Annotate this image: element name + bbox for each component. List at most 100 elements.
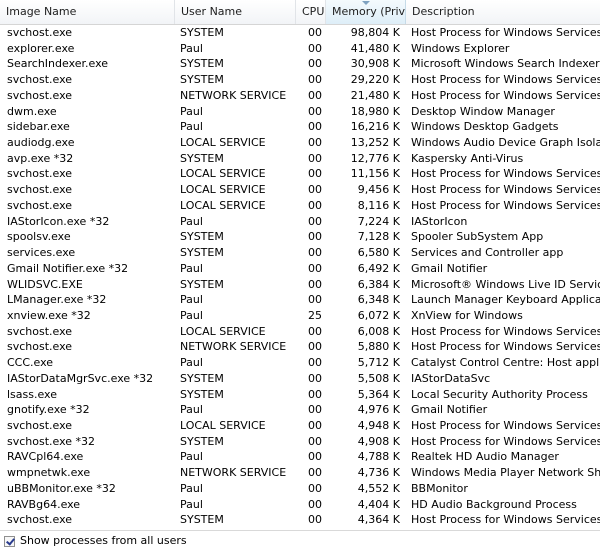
process-user-name: SYSTEM	[180, 277, 224, 291]
process-user-name: NETWORK SERVICE	[180, 340, 287, 354]
process-row[interactable]: svchost.exe SYSTEM 00 4,364 K Host Process f…	[0, 512, 600, 528]
process-row[interactable]: gnotify.exe *32 Paul 00 4,976 K Gmail Notifi…	[0, 402, 600, 418]
process-description: Host Process for Windows Services	[411, 340, 600, 354]
process-memory: 21,480 K	[350, 88, 400, 102]
process-cpu: 00	[308, 198, 322, 212]
process-user-name: NETWORK SERVICE	[180, 88, 287, 102]
process-cpu: 00	[308, 120, 322, 134]
process-row[interactable]: svchost.exe LOCAL SERVICE 00 6,008 K Host Pr…	[0, 324, 600, 340]
process-cpu: 00	[308, 230, 322, 244]
process-row[interactable]: avp.exe *32 SYSTEM 00 12,776 K Kaspersky Ant…	[0, 151, 600, 167]
process-row[interactable]: svchost.exe LOCAL SERVICE 00 9,456 K Host Pr…	[0, 182, 600, 198]
process-memory: 6,348 K	[357, 293, 400, 307]
process-image-name: WLIDSVC.EXE	[7, 277, 83, 291]
column-header-memory[interactable]: Memory (Priv...	[326, 0, 406, 24]
process-row[interactable]: svchost.exe NETWORK SERVICE 00 21,480 K Host…	[0, 88, 600, 104]
process-row[interactable]: SearchIndexer.exe SYSTEM 00 30,908 K Microso…	[0, 56, 600, 72]
process-row[interactable]: IAStorDataMgrSvc.exe *32 SYSTEM 00 5,508 K I…	[0, 371, 600, 387]
process-row[interactable]: spoolsv.exe SYSTEM 00 7,128 K Spooler SubSys…	[0, 229, 600, 245]
column-header-user-name[interactable]: User Name	[175, 0, 296, 24]
process-description: Host Process for Windows Services	[411, 26, 600, 39]
process-cpu: 00	[308, 88, 322, 102]
process-row[interactable]: WLIDSVC.EXE SYSTEM 00 6,384 K Microsoft® Win…	[0, 277, 600, 293]
process-row[interactable]: svchost.exe SYSTEM 00 98,804 K Host Process …	[0, 25, 600, 41]
process-image-name: gnotify.exe *32	[7, 403, 90, 417]
process-memory: 7,128 K	[357, 230, 400, 244]
process-user-name: Paul	[180, 214, 203, 228]
process-cpu: 00	[308, 41, 322, 55]
process-image-name: svchost.exe *32	[7, 434, 96, 448]
process-memory: 4,404 K	[357, 497, 400, 511]
process-image-name: dwm.exe	[7, 104, 57, 118]
process-user-name: SYSTEM	[180, 73, 224, 87]
process-image-name: avp.exe *32	[7, 151, 74, 165]
process-row[interactable]: IAStorIcon.exe *32 Paul 00 7,224 K IAStorIco…	[0, 214, 600, 230]
process-user-name: Paul	[180, 356, 203, 370]
process-memory: 4,736 K	[357, 466, 400, 480]
process-memory: 6,384 K	[357, 277, 400, 291]
process-description: Host Process for Windows Services	[411, 198, 600, 212]
show-all-users-checkbox[interactable]	[4, 536, 15, 547]
process-row[interactable]: wmpnetwk.exe NETWORK SERVICE 00 4,736 K Wind…	[0, 465, 600, 481]
process-cpu: 00	[308, 418, 322, 432]
process-row[interactable]: RAVBg64.exe Paul 00 4,404 K HD Audio Backgro…	[0, 497, 600, 513]
column-header-image-name[interactable]: Image Name	[0, 0, 175, 24]
process-row[interactable]: RAVCpl64.exe Paul 00 4,788 K Realtek HD Audi…	[0, 449, 600, 465]
process-row[interactable]: lsass.exe SYSTEM 00 5,364 K Local Security A…	[0, 387, 600, 403]
process-description: Local Security Authority Process	[411, 387, 588, 401]
process-row[interactable]: services.exe SYSTEM 00 6,580 K Services and …	[0, 245, 600, 261]
process-memory: 13,252 K	[350, 136, 400, 150]
process-row[interactable]: svchost.exe LOCAL SERVICE 00 8,116 K Host Pr…	[0, 198, 600, 214]
process-memory: 9,456 K	[357, 183, 400, 197]
process-list: svchost.exe SYSTEM 00 98,804 K Host Process …	[0, 25, 600, 528]
process-description: IAStorDataSvc	[411, 371, 491, 385]
process-description: Realtek HD Audio Manager	[411, 450, 559, 464]
column-header-description[interactable]: Description	[406, 0, 600, 24]
process-row[interactable]: sidebar.exe Paul 00 16,216 K Windows Desktop…	[0, 119, 600, 135]
process-user-name: NETWORK SERVICE	[180, 466, 287, 480]
process-row[interactable]: svchost.exe LOCAL SERVICE 00 11,156 K Host P…	[0, 166, 600, 182]
process-description: Host Process for Windows Services	[411, 434, 600, 448]
process-description: XnView for Windows	[411, 308, 523, 322]
process-row[interactable]: audiodg.exe LOCAL SERVICE 00 13,252 K Window…	[0, 135, 600, 151]
process-user-name: Paul	[180, 293, 203, 307]
process-description: Microsoft® Windows Live ID Service	[411, 277, 600, 291]
process-cpu: 00	[308, 434, 322, 448]
process-cpu: 25	[308, 308, 322, 322]
process-user-name: Paul	[180, 403, 203, 417]
sort-descending-icon	[361, 1, 370, 5]
process-row[interactable]: xnview.exe *32 Paul 25 6,072 K XnView for Wi…	[0, 308, 600, 324]
checkmark-icon	[6, 536, 15, 546]
process-description: Host Process for Windows Services	[411, 167, 600, 181]
process-row[interactable]: svchost.exe SYSTEM 00 29,220 K Host Process …	[0, 72, 600, 88]
process-row[interactable]: svchost.exe NETWORK SERVICE 00 5,880 K Host …	[0, 339, 600, 355]
process-row[interactable]: svchost.exe *32 SYSTEM 00 4,908 K Host Proce…	[0, 434, 600, 450]
process-image-name: svchost.exe	[7, 88, 73, 102]
process-image-name: svchost.exe	[7, 340, 73, 354]
process-cpu: 00	[308, 293, 322, 307]
process-image-name: RAVCpl64.exe	[7, 450, 84, 464]
process-description: Host Process for Windows Services	[411, 324, 600, 338]
process-image-name: lsass.exe	[7, 387, 57, 401]
footer-bar: Show processes from all users	[0, 530, 600, 551]
process-description: Host Process for Windows Services	[411, 183, 600, 197]
process-image-name: RAVBg64.exe	[7, 497, 81, 511]
column-header-cpu[interactable]: CPU	[296, 0, 326, 24]
process-description: Desktop Window Manager	[411, 104, 555, 118]
process-row[interactable]: Gmail Notifier.exe *32 Paul 00 6,492 K Gmail…	[0, 261, 600, 277]
show-all-users-label[interactable]: Show processes from all users	[20, 534, 187, 548]
process-user-name: SYSTEM	[180, 246, 224, 260]
process-description: Microsoft Windows Search Indexer	[411, 57, 600, 71]
process-row[interactable]: explorer.exe Paul 00 41,480 K Windows Explor…	[0, 41, 600, 57]
process-description: Windows Media Player Network Sharing Se	[411, 466, 600, 480]
process-memory: 11,156 K	[350, 167, 400, 181]
process-user-name: SYSTEM	[180, 151, 224, 165]
process-user-name: LOCAL SERVICE	[180, 167, 266, 181]
process-image-name: svchost.exe	[7, 26, 73, 39]
process-row[interactable]: CCC.exe Paul 00 5,712 K Catalyst Control Cen…	[0, 355, 600, 371]
process-row[interactable]: LManager.exe *32 Paul 00 6,348 K Launch Mana…	[0, 292, 600, 308]
process-row[interactable]: uBBMonitor.exe *32 Paul 00 4,552 K BBMonitor	[0, 481, 600, 497]
process-cpu: 00	[308, 450, 322, 464]
process-row[interactable]: dwm.exe Paul 00 18,980 K Desktop Window Mana…	[0, 104, 600, 120]
process-row[interactable]: svchost.exe LOCAL SERVICE 00 4,948 K Host Pr…	[0, 418, 600, 434]
